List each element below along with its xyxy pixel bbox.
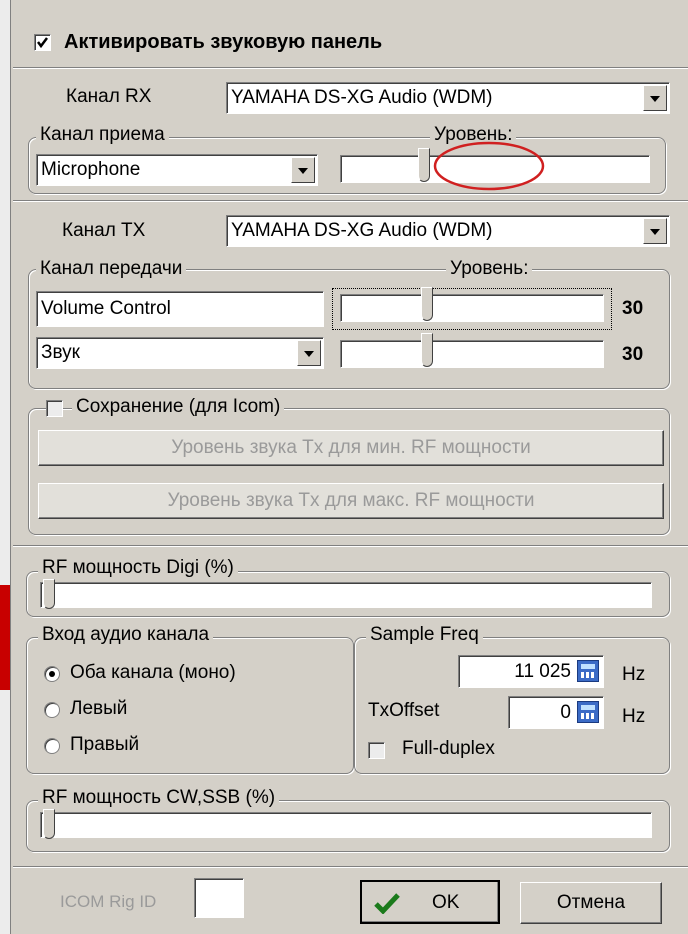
tx-offset-label: TxOffset [368,700,440,721]
sample-freq-unit: Hz [622,664,646,685]
audio-left-label[interactable]: Левый [70,698,127,720]
rx-device-select[interactable]: YAMAHA DS-XG Audio (WDM) [226,82,670,114]
audio-right-radio[interactable] [44,738,60,754]
audio-right-label[interactable]: Правый [70,734,139,756]
rx-level-thumb[interactable] [418,148,430,182]
full-duplex-label[interactable]: Full-duplex [402,738,495,760]
icom-rig-id-label: ICOM Rig ID [60,892,157,911]
icom-save-checkbox[interactable] [46,400,63,417]
highlight-circle [433,141,545,191]
dropdown-arrow-icon[interactable] [643,218,667,244]
tx-line1-value: 30 [622,298,644,319]
rf-cw-thumb[interactable] [43,809,55,839]
tx-line1-thumb[interactable] [421,287,433,321]
tx-offset-field[interactable]: 0 [508,696,604,729]
icom-rig-id-field[interactable] [194,878,244,918]
tx-line2-value: 30 [622,344,644,365]
sample-freq-field[interactable]: 11 025 [458,655,604,688]
dropdown-arrow-icon[interactable] [643,85,667,111]
max-rf-power-button[interactable]: Уровень звука Tx для макс. RF мощности [38,483,664,519]
rf-cw-slider[interactable] [40,809,652,839]
audio-both-label[interactable]: Оба канала (моно) [70,662,236,684]
audio-both-radio[interactable] [44,666,60,682]
tx-line1-name: Volume Control [36,291,324,327]
calculator-icon[interactable] [577,660,599,682]
transmit-channel-legend: Канал передачи [36,258,187,280]
rf-digi-label: RF мощность Digi (%) [38,557,238,579]
min-rf-power-button[interactable]: Уровень звука Tx для мин. RF мощности [38,430,664,466]
activate-panel-label[interactable]: Активировать звуковую панель [64,31,382,54]
tx-level-label: Уровень: [446,258,533,280]
receive-input-select[interactable]: Microphone [36,154,318,186]
rf-digi-thumb[interactable] [43,579,55,609]
tx-line2-slider[interactable] [340,333,604,368]
tx-device-select[interactable]: YAMAHA DS-XG Audio (WDM) [226,215,670,247]
background-window-edge [0,0,11,934]
activate-panel-checkbox[interactable] [34,34,51,51]
ok-button-label: OK [432,892,460,913]
icom-save-label[interactable]: Сохранение (для Icom) [72,396,285,418]
receive-channel-legend: Канал приема [36,124,169,146]
tx-line2-select[interactable]: Звук [36,337,324,369]
cancel-button[interactable]: Отмена [520,882,662,924]
sample-freq-label: Sample Freq [366,624,483,646]
checkmark-icon [374,893,400,914]
tx-line1-slider[interactable] [340,287,604,322]
calculator-icon[interactable] [577,701,599,723]
checkmark-icon [37,37,48,49]
rx-channel-label: Канал RX [66,86,152,107]
tx-line2-thumb[interactable] [421,333,433,367]
audio-input-label: Вход аудио канала [38,624,214,646]
tx-offset-unit: Hz [622,706,646,727]
audio-left-radio[interactable] [44,702,60,718]
full-duplex-checkbox[interactable] [368,742,385,759]
dropdown-arrow-icon[interactable] [297,340,321,366]
ok-button[interactable]: OK [360,880,500,924]
dropdown-arrow-icon[interactable] [291,157,315,183]
rf-cw-label: RF мощность CW,SSB (%) [38,787,280,809]
tx-channel-label: Канал TX [62,220,146,241]
rf-digi-slider[interactable] [40,579,652,609]
